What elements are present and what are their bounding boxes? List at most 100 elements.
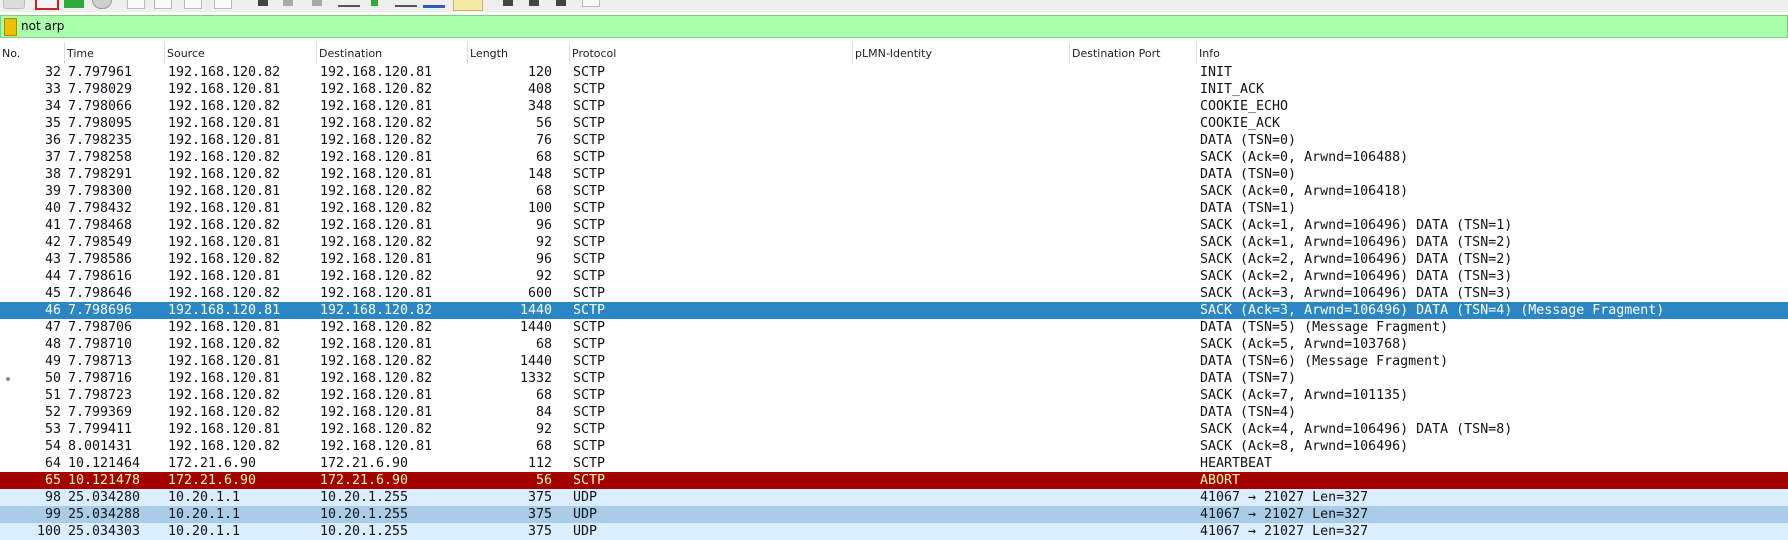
packet-length: 375 <box>527 524 552 539</box>
packet-row[interactable]: 48 7.798710 192.168.120.82 192.168.120.81 68… <box>0 336 1788 353</box>
last-packet-icon[interactable] <box>395 5 417 7</box>
packet-row[interactable]: 50 7.798716 192.168.120.81 192.168.120.82 13… <box>0 370 1788 387</box>
packet-protocol: SCTP <box>573 201 606 216</box>
display-filter-bar[interactable]: not arp <box>0 15 1788 38</box>
packet-row[interactable]: 100 25.034303 10.20.1.1 10.20.1.255 375 UDP 41… <box>0 523 1788 540</box>
packet-source: 192.168.120.82 <box>168 252 281 267</box>
column-header-no[interactable]: No. <box>0 43 65 64</box>
capture-options-icon[interactable] <box>92 0 112 9</box>
packet-time: 7.798258 <box>68 150 133 165</box>
packet-source: 10.20.1.1 <box>168 524 241 539</box>
packet-row[interactable]: 45 7.798646 192.168.120.82 192.168.120.81 60… <box>0 285 1788 302</box>
packet-row[interactable]: 37 7.798258 192.168.120.82 192.168.120.81 68… <box>0 149 1788 166</box>
column-header-info[interactable]: Info <box>1197 43 1788 64</box>
packet-protocol: SCTP <box>573 405 606 420</box>
packet-protocol: SCTP <box>573 218 606 233</box>
packet-number: 100 <box>36 524 61 539</box>
packet-list-header: No. Time Source Destination Length Proto… <box>0 43 1788 65</box>
packet-row[interactable]: 36 7.798235 192.168.120.81 192.168.120.82 76… <box>0 132 1788 149</box>
packet-protocol: SCTP <box>573 99 606 114</box>
packet-info: DATA (TSN=0) <box>1200 167 1297 182</box>
stop-capture-icon[interactable] <box>35 0 59 10</box>
column-header-destination-port[interactable]: Destination Port <box>1070 43 1197 64</box>
packet-length: 56 <box>535 473 552 488</box>
packet-row[interactable]: 53 7.799411 192.168.120.81 192.168.120.82 92… <box>0 421 1788 438</box>
packet-row[interactable]: 46 7.798696 192.168.120.81 192.168.120.82 14… <box>0 302 1788 319</box>
packet-row[interactable]: 51 7.798723 192.168.120.82 192.168.120.81 68… <box>0 387 1788 404</box>
go-to-packet-icon[interactable] <box>338 5 360 7</box>
packet-row[interactable]: 98 25.034280 10.20.1.1 10.20.1.255 375 UDP 410… <box>0 489 1788 506</box>
column-header-destination[interactable]: Destination <box>317 43 468 64</box>
colorize-icon[interactable] <box>453 0 483 11</box>
packet-row[interactable]: 40 7.798432 192.168.120.81 192.168.120.82 10… <box>0 200 1788 217</box>
packet-row[interactable]: 49 7.798713 192.168.120.81 192.168.120.82 14… <box>0 353 1788 370</box>
packet-time: 7.798710 <box>68 337 133 352</box>
packet-time: 7.798723 <box>68 388 133 403</box>
packet-length: 1440 <box>519 320 552 335</box>
packet-destination: 172.21.6.90 <box>320 456 409 471</box>
packet-source: 192.168.120.82 <box>168 99 281 114</box>
column-header-protocol[interactable]: Protocol <box>570 43 853 64</box>
first-packet-icon[interactable] <box>371 0 378 6</box>
open-icon[interactable] <box>127 0 145 9</box>
packet-row[interactable]: 39 7.798300 192.168.120.81 192.168.120.82 68… <box>0 183 1788 200</box>
close-file-icon[interactable] <box>184 0 202 9</box>
go-forward-icon[interactable] <box>312 0 322 6</box>
packet-length: 84 <box>535 405 552 420</box>
packet-length: 1332 <box>519 371 552 386</box>
packet-length: 68 <box>535 388 552 403</box>
column-header-time[interactable]: Time <box>65 43 165 64</box>
packet-source: 10.20.1.1 <box>168 490 241 505</box>
packet-number: 52 <box>44 405 61 420</box>
packet-row[interactable]: 34 7.798066 192.168.120.82 192.168.120.81 34… <box>0 98 1788 115</box>
packet-time: 7.798291 <box>68 167 133 182</box>
restart-capture-icon[interactable] <box>64 0 84 8</box>
go-back-icon[interactable] <box>283 0 293 6</box>
packet-row[interactable]: 33 7.798029 192.168.120.81 192.168.120.82 40… <box>0 81 1788 98</box>
packet-protocol: SCTP <box>573 320 606 335</box>
packet-protocol: SCTP <box>573 269 606 284</box>
packet-time: 7.798586 <box>68 252 133 267</box>
normal-size-icon[interactable] <box>556 0 566 6</box>
reload-icon[interactable] <box>214 0 232 9</box>
packet-protocol: SCTP <box>573 286 606 301</box>
column-header-source[interactable]: Source <box>165 43 317 64</box>
packet-protocol: SCTP <box>573 252 606 267</box>
packet-destination: 192.168.120.82 <box>320 354 433 369</box>
packet-protocol: SCTP <box>573 456 606 471</box>
packet-row[interactable]: 43 7.798586 192.168.120.82 192.168.120.81 96… <box>0 251 1788 268</box>
packet-row[interactable]: 41 7.798468 192.168.120.82 192.168.120.81 96… <box>0 217 1788 234</box>
packet-number: 54 <box>44 439 61 454</box>
display-filter-input[interactable]: not arp <box>21 19 64 33</box>
packet-row[interactable]: 35 7.798095 192.168.120.81 192.168.120.82 56… <box>0 115 1788 132</box>
save-icon[interactable] <box>154 0 172 9</box>
packet-row[interactable]: 42 7.798549 192.168.120.81 192.168.120.82 92… <box>0 234 1788 251</box>
packet-row[interactable]: 65 10.121478 172.21.6.90 172.21.6.90 56 SCTP A… <box>0 472 1788 489</box>
open-file-icon[interactable] <box>3 0 25 9</box>
packet-length: 68 <box>535 439 552 454</box>
packet-row[interactable]: 44 7.798616 192.168.120.81 192.168.120.82 92… <box>0 268 1788 285</box>
packet-info: SACK (Ack=2, Arwnd=106496) DATA (TSN=2) <box>1200 252 1513 267</box>
column-header-length[interactable]: Length <box>468 43 570 64</box>
packet-source: 192.168.120.82 <box>168 388 281 403</box>
packet-row[interactable]: 47 7.798706 192.168.120.81 192.168.120.82 14… <box>0 319 1788 336</box>
find-packet-icon[interactable] <box>258 0 268 6</box>
packet-info: DATA (TSN=6) (Message Fragment) <box>1200 354 1449 369</box>
packet-row[interactable]: 32 7.797961 192.168.120.82 192.168.120.81 12… <box>0 64 1788 81</box>
zoom-out-icon[interactable] <box>529 0 539 6</box>
bookmark-icon[interactable] <box>4 18 17 36</box>
packet-info: 41067 → 21027 Len=327 <box>1200 524 1369 539</box>
resize-columns-icon[interactable] <box>582 0 600 7</box>
packet-row[interactable]: 64 10.121464 172.21.6.90 172.21.6.90 112 SCTP… <box>0 455 1788 472</box>
packet-row[interactable]: 99 25.034288 10.20.1.1 10.20.1.255 375 UDP 410… <box>0 506 1788 523</box>
packet-row[interactable]: 38 7.798291 192.168.120.82 192.168.120.81 14… <box>0 166 1788 183</box>
packet-destination: 192.168.120.81 <box>320 99 433 114</box>
packet-row[interactable]: 52 7.799369 192.168.120.82 192.168.120.81 84… <box>0 404 1788 421</box>
packet-info: COOKIE_ACK <box>1200 116 1281 131</box>
packet-source: 192.168.120.81 <box>168 269 281 284</box>
packet-destination: 10.20.1.255 <box>320 507 409 522</box>
column-header-plmn-identity[interactable]: pLMN-Identity <box>853 43 1070 64</box>
auto-scroll-icon[interactable] <box>423 5 445 8</box>
packet-row[interactable]: 54 8.001431 192.168.120.82 192.168.120.81 68… <box>0 438 1788 455</box>
zoom-in-icon[interactable] <box>503 0 513 6</box>
